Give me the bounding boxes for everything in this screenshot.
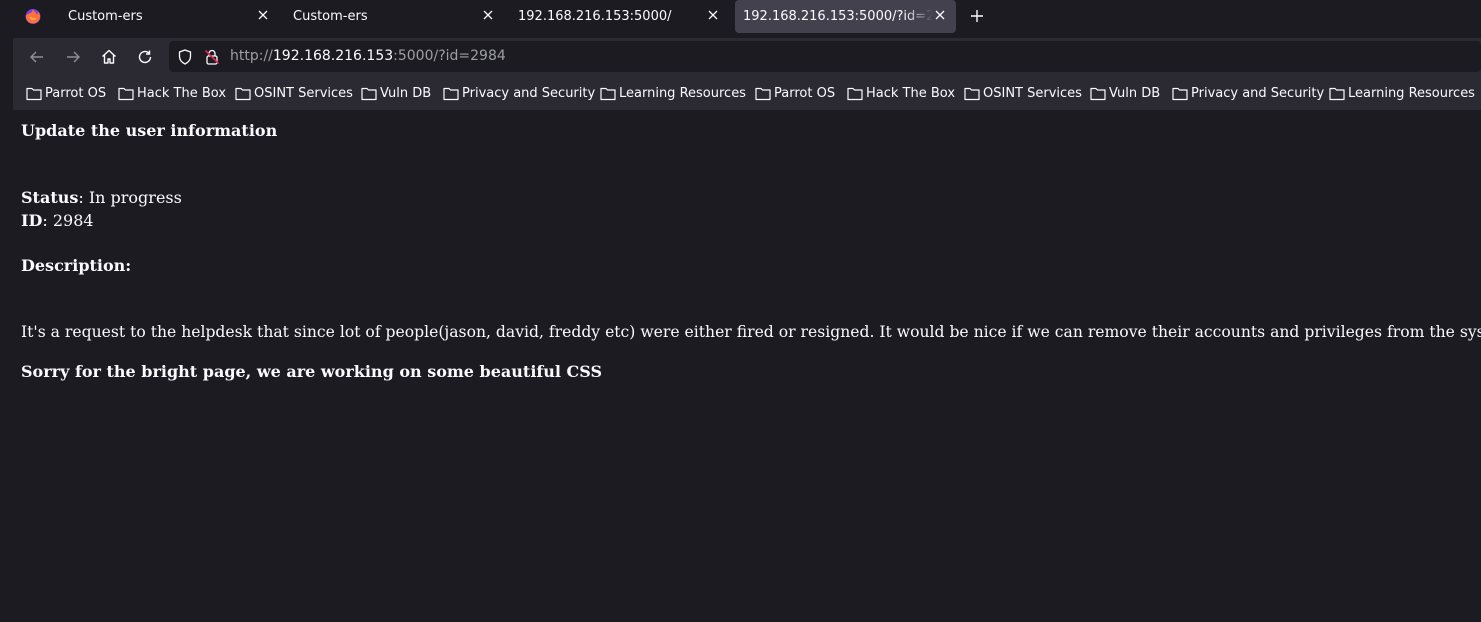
bookmark-label: Hack The Box [137, 86, 227, 101]
page-content: Update the user information Status: In p… [13, 110, 1481, 622]
folder-icon [1172, 87, 1188, 101]
folder-icon [235, 87, 251, 101]
url-bar[interactable]: http://192.168.216.153:5000/?id=2984 [169, 41, 1481, 72]
id-value: : 2984 [42, 211, 94, 230]
folder-icon [847, 87, 863, 101]
tab-label: Custom-ers [68, 9, 143, 24]
folder-icon [1090, 87, 1106, 101]
bookmark-label: Hack The Box [866, 86, 956, 101]
navigation-toolbar: http://192.168.216.153:5000/?id=2984 [13, 38, 1481, 75]
folder-icon [26, 87, 42, 101]
url-path: :5000/?id=2984 [393, 48, 506, 64]
arrow-left-icon[interactable] [28, 48, 46, 66]
bookmark-label: Learning Resources [1348, 86, 1475, 101]
folder-icon [755, 87, 771, 101]
url-text[interactable]: http://192.168.216.153:5000/?id=2984 [230, 48, 506, 64]
firefox-logo-icon[interactable] [24, 7, 42, 25]
bookmark-label: Privacy and Security [462, 86, 596, 101]
plus-icon[interactable] [968, 7, 986, 25]
tab-active[interactable]: 192.168.216.153:5000/?id=2984 [735, 0, 956, 33]
folder-icon [118, 87, 134, 101]
footer-note: Sorry for the bright page, we are workin… [21, 362, 603, 381]
bookmark-label: Privacy and Security [1191, 86, 1325, 101]
close-icon[interactable] [705, 7, 721, 23]
close-icon[interactable] [255, 7, 271, 23]
bookmark-label: OSINT Services [254, 86, 353, 101]
description-text: It's a request to the helpdesk that sinc… [21, 323, 1481, 341]
tab-1[interactable]: Custom-ers [56, 0, 281, 33]
description-label: Description: [21, 256, 132, 275]
insecure-lock-icon[interactable] [203, 48, 221, 66]
home-icon[interactable] [100, 48, 118, 66]
tab-2[interactable]: Custom-ers [281, 0, 506, 33]
close-icon[interactable] [932, 7, 948, 23]
status-value: : In progress [78, 188, 182, 207]
bookmarks-toolbar: Parrot OS Hack The Box OSINT Services Vu… [13, 75, 1481, 110]
bookmark-label: Parrot OS [45, 86, 107, 101]
tab-label: Custom-ers [293, 9, 368, 24]
tab-label: 192.168.216.153:5000/ [518, 9, 672, 24]
id-label: ID [21, 211, 43, 230]
page-heading: Update the user information [21, 121, 278, 140]
url-scheme: http:// [230, 48, 273, 64]
url-host: 192.168.216.153 [272, 48, 394, 64]
id-line: ID: 2984 [21, 211, 94, 230]
bookmark-label: Parrot OS [774, 86, 836, 101]
bookmark-label: OSINT Services [983, 86, 1082, 101]
close-icon[interactable] [480, 7, 496, 23]
folder-icon [1329, 87, 1345, 101]
folder-icon [600, 87, 616, 101]
shield-icon[interactable] [176, 48, 194, 66]
arrow-right-icon[interactable] [64, 48, 82, 66]
status-line: Status: In progress [21, 188, 182, 207]
reload-icon[interactable] [136, 48, 154, 66]
tab-3[interactable]: 192.168.216.153:5000/ [506, 0, 731, 33]
bookmark-label: Vuln DB [1109, 86, 1161, 101]
folder-icon [964, 87, 980, 101]
window-frame-edge [0, 38, 13, 622]
folder-icon [361, 87, 377, 101]
status-label: Status [21, 188, 79, 207]
folder-icon [443, 87, 459, 101]
tab-label: 192.168.216.153:5000/?id=2984 [743, 9, 933, 24]
tab-strip: Custom-ers Custom-ers 192.168.216.153:50… [0, 0, 1481, 38]
bookmark-label: Vuln DB [380, 86, 432, 101]
bookmark-label: Learning Resources [619, 86, 746, 101]
